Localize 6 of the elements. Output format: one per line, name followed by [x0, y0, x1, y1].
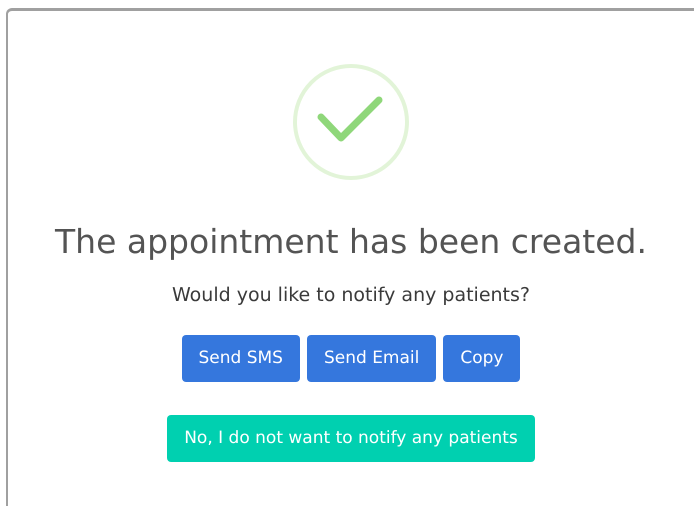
notify-button[interactable]: Send SMS	[182, 335, 300, 382]
dialog-question: Would you like to notify any patients?	[172, 286, 530, 305]
notify-button[interactable]: Send Email	[306, 335, 436, 382]
dialog-title: The appointment has been created.	[55, 225, 647, 258]
success-check-icon	[292, 63, 410, 181]
notify-button[interactable]: Copy	[443, 335, 520, 382]
